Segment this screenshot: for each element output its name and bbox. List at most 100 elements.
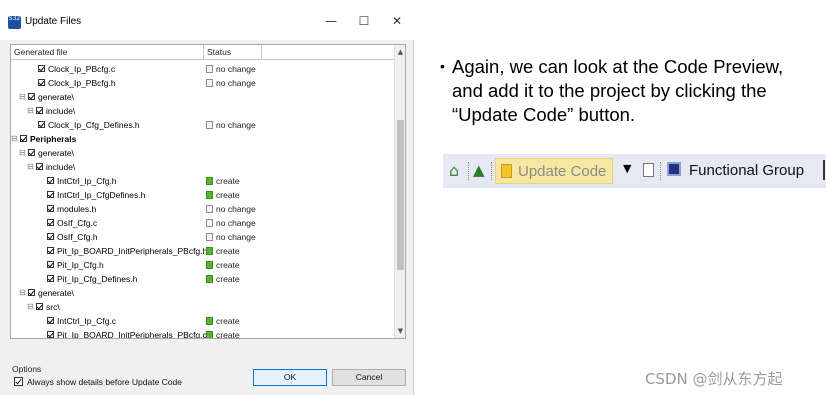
- no-change-icon: [206, 205, 213, 213]
- collapse-toggle-icon[interactable]: ⊟: [27, 104, 34, 118]
- tree-row[interactable]: ⊟ src\: [11, 300, 395, 314]
- scroll-down-arrow-icon[interactable]: ▼: [395, 325, 405, 337]
- chip-icon[interactable]: [667, 162, 681, 176]
- create-file-icon: [206, 191, 213, 199]
- collapse-toggle-icon[interactable]: ⊟: [19, 286, 26, 300]
- no-change-icon: [206, 79, 213, 87]
- watermark: CSDN @剑从东方起: [645, 370, 783, 388]
- tree-row[interactable]: Clock_Ip_PBcfg.c no change: [11, 62, 395, 76]
- tree-row[interactable]: Pit_Ip_Cfg.h create: [11, 258, 395, 272]
- tree-row[interactable]: IntCtrl_Ip_CfgDefines.h create: [11, 188, 395, 202]
- row-checkbox[interactable]: [47, 261, 54, 268]
- no-change-icon: [206, 233, 213, 241]
- row-checkbox[interactable]: [28, 93, 35, 100]
- tree-row[interactable]: Clock_Ip_PBcfg.h no change: [11, 76, 395, 90]
- toolbar-separator: [468, 162, 469, 180]
- row-checkbox[interactable]: [38, 65, 45, 72]
- row-label: modules.h: [57, 204, 97, 214]
- collapse-toggle-icon[interactable]: ⊟: [27, 160, 34, 174]
- warning-icon[interactable]: ▲: [473, 161, 485, 179]
- always-show-details-label[interactable]: Always show details before Update Code: [27, 377, 182, 387]
- options-label: Options: [12, 364, 42, 374]
- tree-row[interactable]: ⊟ include\: [11, 160, 395, 174]
- update-code-button[interactable]: Update Code: [495, 158, 613, 184]
- create-file-icon: [206, 331, 213, 338]
- tree-row[interactable]: Pit_Ip_Cfg_Defines.h create: [11, 272, 395, 286]
- status-text: no change: [216, 204, 256, 214]
- scroll-up-arrow-icon[interactable]: ▲: [395, 46, 405, 58]
- row-checkbox[interactable]: [36, 163, 43, 170]
- tree-row[interactable]: Clock_Ip_Cfg_Defines.h no change: [11, 118, 395, 132]
- collapse-toggle-icon[interactable]: ⊟: [19, 146, 26, 160]
- row-label: IntCtrl_Ip_Cfg.c: [57, 316, 117, 326]
- tree-row[interactable]: ⊟ Peripherals: [11, 132, 395, 146]
- tree-row[interactable]: modules.h no change: [11, 202, 395, 216]
- tree-row[interactable]: Pit_Ip_BOARD_InitPeripherals_PBcfg.h crea…: [11, 244, 395, 258]
- ok-button[interactable]: OK: [253, 369, 327, 386]
- row-label: Peripherals: [30, 134, 77, 144]
- row-label: Clock_Ip_Cfg_Defines.h: [48, 120, 140, 130]
- row-label: generate\: [38, 288, 74, 298]
- close-button[interactable]: ✕: [388, 12, 406, 30]
- status-text: create: [216, 176, 240, 186]
- create-file-icon: [206, 317, 213, 325]
- tree-row[interactable]: OsIf_Cfg.h no change: [11, 230, 395, 244]
- row-label: include\: [46, 162, 76, 172]
- row-checkbox[interactable]: [47, 331, 54, 338]
- status-text: no change: [216, 232, 256, 242]
- row-checkbox[interactable]: [36, 107, 43, 114]
- toolbar-separator: [491, 162, 492, 180]
- tree-row[interactable]: OsIf_Cfg.c no change: [11, 216, 395, 230]
- collapse-toggle-icon[interactable]: ⊟: [19, 90, 26, 104]
- tree-row[interactable]: ⊟ include\: [11, 104, 395, 118]
- row-label: IntCtrl_Ip_Cfg.h: [57, 176, 117, 186]
- tree-row[interactable]: ⊟ generate\: [11, 90, 395, 104]
- maximize-button[interactable]: ☐: [355, 12, 373, 30]
- row-checkbox[interactable]: [47, 191, 54, 198]
- status-text: no change: [216, 120, 256, 130]
- row-checkbox[interactable]: [47, 317, 54, 324]
- create-file-icon: [206, 275, 213, 283]
- scroll-thumb[interactable]: [397, 120, 404, 270]
- row-label: OsIf_Cfg.h: [57, 232, 98, 242]
- home-icon[interactable]: ⌂: [449, 161, 459, 180]
- row-checkbox[interactable]: [38, 121, 45, 128]
- toolbar-end-bar: [823, 160, 825, 180]
- tree-row[interactable]: Pit_Ip_BOARD_InitPeripherals_PBcfg.c crea…: [11, 328, 395, 338]
- status-text: no change: [216, 64, 256, 74]
- row-checkbox[interactable]: [28, 289, 35, 296]
- row-checkbox[interactable]: [47, 205, 54, 212]
- dialog-title: Update Files: [25, 16, 82, 27]
- minimize-button[interactable]: —: [322, 12, 340, 30]
- status-text: no change: [216, 78, 256, 88]
- dropdown-caret-icon[interactable]: ▼: [623, 162, 631, 175]
- row-checkbox[interactable]: [38, 79, 45, 86]
- vertical-scrollbar[interactable]: ▲ ▼: [394, 45, 405, 338]
- no-change-icon: [206, 219, 213, 227]
- row-checkbox[interactable]: [36, 303, 43, 310]
- collapse-toggle-icon[interactable]: ⊟: [11, 132, 18, 146]
- column-generated-file[interactable]: Generated file: [11, 45, 203, 60]
- row-checkbox[interactable]: [47, 177, 54, 184]
- row-checkbox[interactable]: [47, 247, 54, 254]
- always-show-details-checkbox[interactable]: [14, 377, 23, 386]
- row-checkbox[interactable]: [47, 275, 54, 282]
- row-checkbox[interactable]: [28, 149, 35, 156]
- cancel-button[interactable]: Cancel: [332, 369, 406, 386]
- column-status[interactable]: Status: [204, 45, 260, 60]
- row-checkbox[interactable]: [47, 219, 54, 226]
- row-label: include\: [46, 106, 76, 116]
- functional-group-label[interactable]: Functional Group: [689, 162, 804, 179]
- generated-files-tree[interactable]: Generated file Status Clock_Ip_PBcfg.c no…: [10, 44, 406, 339]
- column-divider[interactable]: [261, 45, 262, 60]
- row-label: Pit_Ip_BOARD_InitPeripherals_PBcfg.h: [57, 246, 208, 256]
- tree-row[interactable]: IntCtrl_Ip_Cfg.c create: [11, 314, 395, 328]
- tree-row[interactable]: ⊟ generate\: [11, 286, 395, 300]
- tree-row[interactable]: IntCtrl_Ip_Cfg.h create: [11, 174, 395, 188]
- tree-row[interactable]: ⊟ generate\: [11, 146, 395, 160]
- collapse-toggle-icon[interactable]: ⊟: [27, 300, 34, 314]
- update-code-label: Update Code: [518, 163, 607, 180]
- row-checkbox[interactable]: [47, 233, 54, 240]
- page-icon[interactable]: [643, 163, 654, 177]
- row-checkbox[interactable]: [20, 135, 27, 142]
